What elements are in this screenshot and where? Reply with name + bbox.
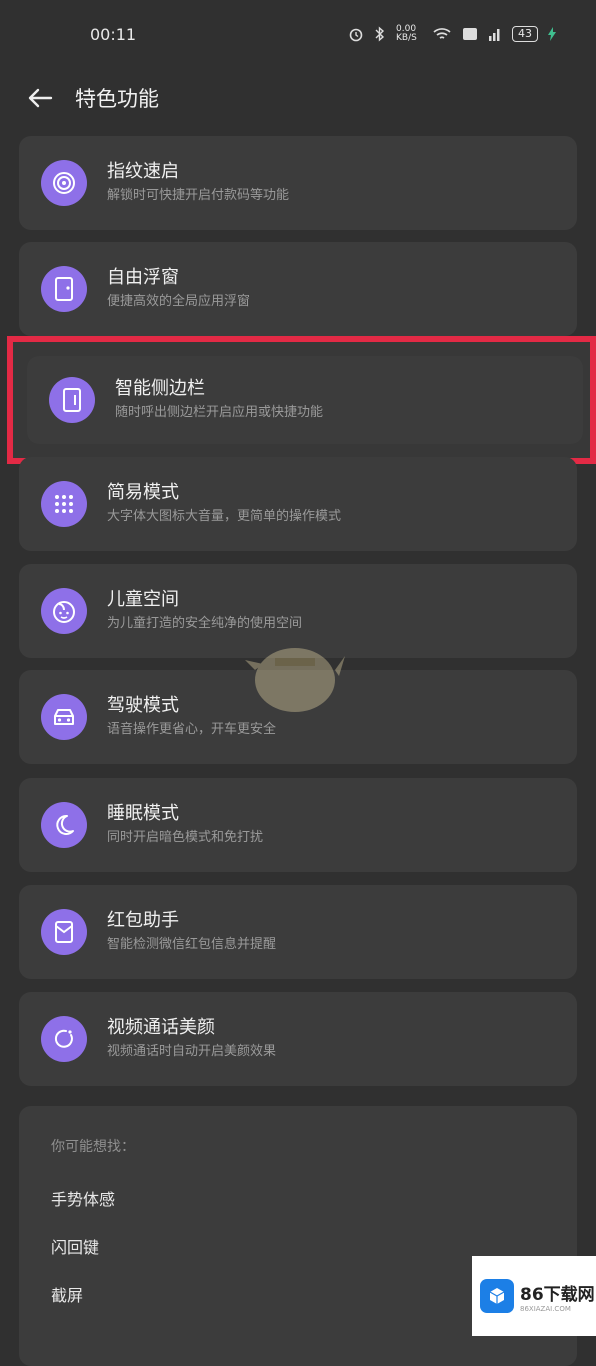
feature-card-floating-window[interactable]: 自由浮窗 便捷高效的全局应用浮窗 [19,242,577,336]
sidebar-icon [49,377,95,423]
feature-title: 简易模式 [107,482,179,503]
wifi-icon [433,28,451,39]
feature-card-simple-mode[interactable]: 简易模式 大字体大图标大音量，更简单的操作模式 [19,457,577,551]
highlight-frame: 智能侧边栏 随时呼出侧边栏开启应用或快捷功能 [7,336,596,464]
cube-logo-icon [480,1279,514,1313]
suggestions-title: 你可能想找： [51,1139,135,1155]
feature-title: 睡眠模式 [107,803,179,824]
feature-subtitle: 智能检测微信红包信息并提醒 [107,937,277,952]
logo-subtext: 86XIAZAI.COM [520,1304,571,1313]
status-time: 00:11 [90,24,137,44]
fingerprint-icon [41,160,87,206]
suggestion-item-flashback[interactable]: 闪回键 [51,1234,99,1258]
hd-icon [463,28,477,40]
charging-icon [548,27,556,41]
feature-subtitle: 语音操作更省心，开车更安全 [107,722,277,737]
car-icon [41,694,87,740]
beauty-icon [41,1016,87,1062]
status-bar: 00:11 0.00 KB/S 43 [0,0,596,68]
feature-title: 视频通话美颜 [107,1017,215,1038]
page-header: 特色功能 [0,72,596,124]
feature-subtitle: 大字体大图标大音量，更简单的操作模式 [107,509,342,524]
red-packet-icon [41,909,87,955]
back-arrow-icon[interactable] [25,83,55,113]
page-title: 特色功能 [75,87,159,111]
grid-icon [41,481,87,527]
feature-card-video-beauty[interactable]: 视频通话美颜 视频通话时自动开启美颜效果 [19,992,577,1086]
feature-subtitle: 视频通话时自动开启美颜效果 [107,1044,277,1059]
status-icons: 0.00 KB/S 43 [348,25,556,43]
floating-window-icon [41,266,87,312]
alarm-icon [349,28,363,42]
battery-level: 43 [512,26,538,42]
suggestion-item-gesture[interactable]: 手势体感 [51,1186,115,1210]
feature-card-fingerprint[interactable]: 指纹速启 解锁时可快捷开启付款码等功能 [19,136,577,230]
feature-subtitle: 随时呼出侧边栏开启应用或快捷功能 [115,405,324,420]
watermark-mascot-icon [245,648,345,712]
feature-title: 指纹速启 [107,161,179,182]
bluetooth-icon [375,26,385,42]
feature-card-sleep-mode[interactable]: 睡眠模式 同时开启暗色模式和免打扰 [19,778,577,872]
feature-card-red-packet[interactable]: 红包助手 智能检测微信红包信息并提醒 [19,885,577,979]
feature-card-smart-sidebar[interactable]: 智能侧边栏 随时呼出侧边栏开启应用或快捷功能 [27,356,583,444]
feature-subtitle: 便捷高效的全局应用浮窗 [107,294,251,309]
site-logo: 86下载网 86XIAZAI.COM [472,1256,596,1336]
suggestion-item-screenshot[interactable]: 截屏 [51,1282,83,1306]
moon-icon [41,802,87,848]
feature-title: 自由浮窗 [107,267,179,288]
feature-subtitle: 解锁时可快捷开启付款码等功能 [107,188,290,203]
logo-text: 86下载网 [520,1284,595,1305]
feature-title: 儿童空间 [107,589,179,610]
feature-subtitle: 同时开启暗色模式和免打扰 [107,830,264,845]
feature-title: 智能侧边栏 [115,378,205,399]
feature-title: 红包助手 [107,910,179,931]
net-speed: 0.00 KB/S [396,24,417,43]
signal-icon [489,29,500,41]
child-face-icon [41,588,87,634]
